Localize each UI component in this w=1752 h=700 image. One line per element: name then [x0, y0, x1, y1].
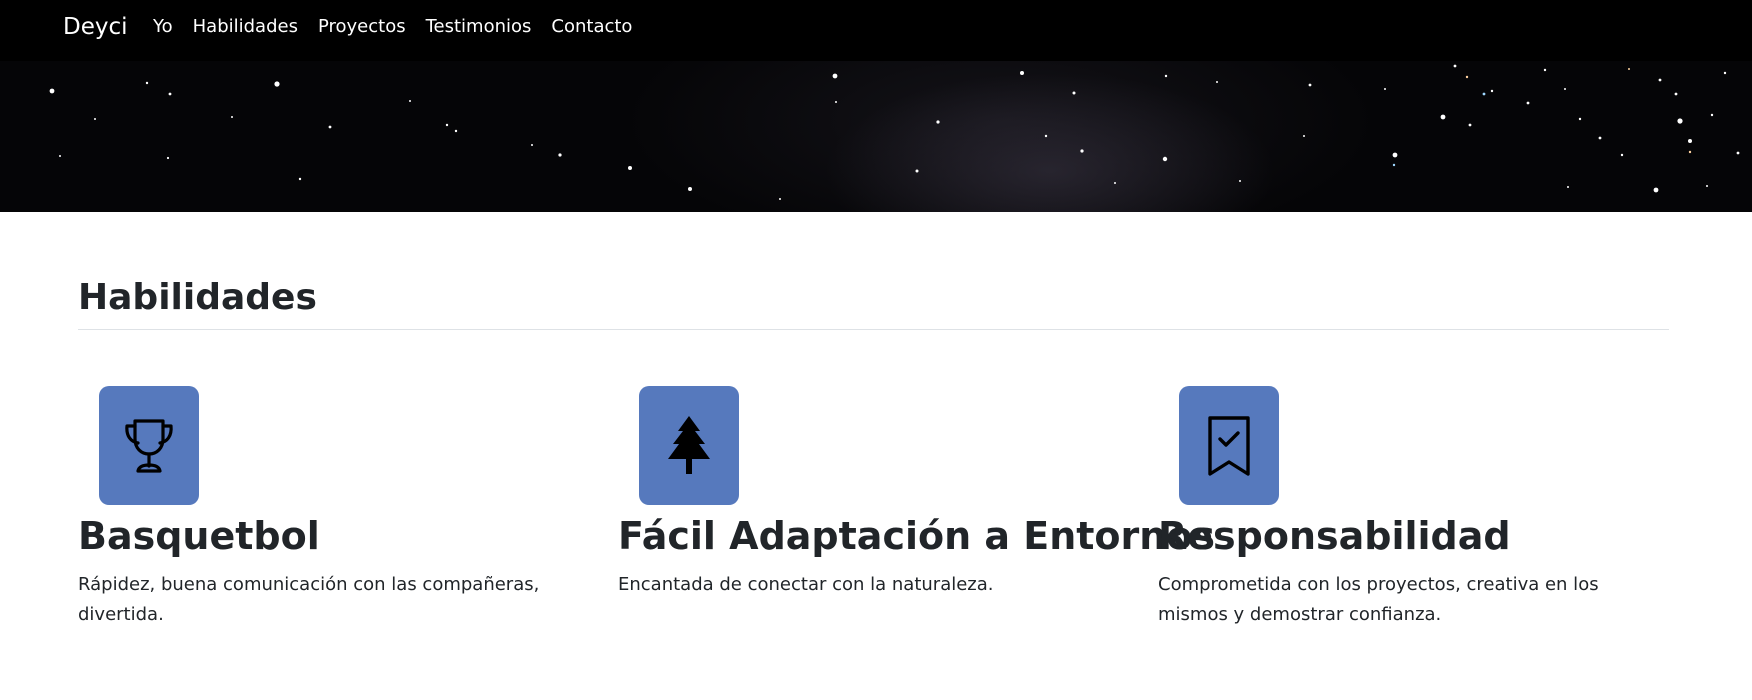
nav-link-proyectos[interactable]: Proyectos [318, 16, 406, 37]
section-divider [78, 329, 1669, 330]
feature-title: Fácil Adaptación a Entornos [618, 514, 1216, 558]
section-title: Habilidades [78, 277, 317, 318]
feature-icon-box [639, 386, 739, 505]
feature-title: Basquetbol [78, 514, 320, 558]
feature-title: Responsabilidad [1158, 514, 1511, 558]
nav-links: Yo Habilidades Proyectos Testimonios Con… [153, 10, 632, 44]
nav-item-habilidades: Habilidades [193, 10, 298, 44]
nav-link-contacto[interactable]: Contacto [551, 16, 632, 37]
nav-item-contacto: Contacto [551, 10, 632, 44]
navbar: Deyci Yo Habilidades Proyectos Testimoni… [0, 0, 1752, 61]
tree-icon [668, 415, 710, 474]
trophy-icon [125, 418, 173, 473]
feature-icon-box [1179, 386, 1279, 505]
nav-link-testimonios[interactable]: Testimonios [426, 16, 532, 37]
nav-link-yo[interactable]: Yo [153, 16, 173, 37]
starfield-image [49, 64, 1740, 200]
brand-link[interactable]: Deyci [63, 10, 128, 44]
feature-text: Comprometida con los proyectos, creativa… [1158, 574, 1599, 625]
bookmark-check-icon [1208, 415, 1250, 476]
nav-item-yo: Yo [153, 10, 173, 44]
feature-text: Encantada de conectar con la naturaleza. [618, 574, 994, 595]
feature-icon-box [99, 386, 199, 505]
nav-item-proyectos: Proyectos [318, 10, 406, 44]
nav-link-habilidades[interactable]: Habilidades [193, 16, 298, 37]
hero-starfield-banner [0, 61, 1752, 212]
feature-text: Rápidez, buena comunicación con las comp… [78, 574, 540, 625]
nav-item-testimonios: Testimonios [426, 10, 532, 44]
